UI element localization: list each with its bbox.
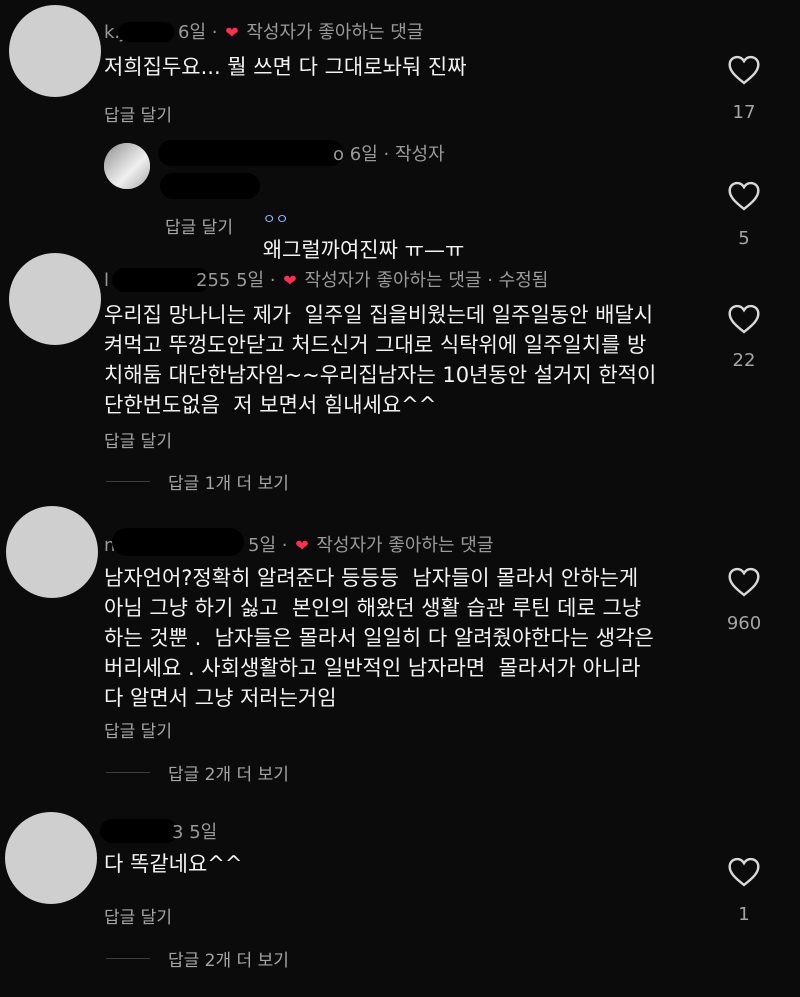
like-button[interactable]	[714, 55, 774, 85]
author-tag: 작성자	[394, 144, 445, 165]
heart-outline-icon	[728, 55, 760, 85]
heart-outline-icon	[728, 304, 760, 334]
comment-line: 남자언어?정확히 알려준다 등등등 남자들이 몰라서 안하는게	[104, 566, 639, 590]
view-more-label: 답글 2개 더 보기	[168, 765, 289, 785]
reply-button[interactable]: 답글 달기	[104, 903, 172, 928]
like-button[interactable]	[714, 567, 774, 597]
view-more-label: 답글 2개 더 보기	[168, 951, 289, 971]
like-button[interactable]	[714, 181, 774, 211]
username-tail[interactable]: 3	[172, 822, 183, 843]
username[interactable]: l	[104, 270, 109, 291]
comment-meta-right: 5일 · ❤ 작성자가 좋아하는 댓글	[248, 535, 494, 556]
like-count: 22	[732, 350, 756, 371]
redaction	[118, 22, 174, 42]
like-count: 17	[732, 102, 756, 123]
divider	[106, 958, 150, 959]
comment-line: 치해둠 대단한남자임~~우리집남자는 10년동안 설거지 한적이	[104, 363, 657, 387]
heart-outline-icon	[728, 181, 760, 211]
avatar[interactable]	[6, 506, 98, 598]
reply-button[interactable]: 답글 달기	[104, 717, 172, 742]
comment-line: 켜먹고 뚜껑도안닫고 처드신거 그대로 식탁위에 일주일치를 방	[104, 333, 647, 357]
author-liked-badge: 작성자가 좋아하는 댓글	[246, 22, 424, 43]
comment-meta: l	[104, 270, 109, 292]
view-more-replies[interactable]: 답글 2개 더 보기	[106, 946, 289, 971]
comment-line: 다 알면서 그냥 저러는거임	[104, 686, 337, 710]
timestamp: 5일	[189, 822, 218, 843]
avatar[interactable]	[104, 143, 150, 189]
heart-outline-icon	[728, 567, 760, 597]
redaction	[158, 140, 344, 166]
comment-line: 우리집 망나니는 제가 일주일 집을비웠는데 일주일동안 배달시	[104, 303, 654, 327]
reply-button[interactable]: 답글 달기	[104, 101, 172, 126]
comment-line: 버리세요 . 사회생활하고 일반적인 남자라면 몰라서가 아니라	[104, 656, 641, 680]
heart-filled-icon: ❤	[283, 271, 297, 290]
comment-meta-right: o 6일 · 작성자	[333, 144, 445, 165]
username-tail[interactable]: o	[333, 144, 344, 165]
avatar[interactable]	[9, 253, 101, 345]
comment-meta-right: 255 5일 · ❤ 작성자가 좋아하는 댓글 · 수정됨	[196, 270, 549, 291]
timestamp: 6일	[178, 22, 207, 43]
author-liked-badge: 작성자가 좋아하는 댓글	[304, 270, 482, 291]
avatar[interactable]	[9, 5, 101, 97]
divider	[106, 772, 150, 773]
comment-text: 저희집두요... 뭘 쓰면 다 그대로놔둬 진짜	[104, 55, 467, 79]
like-count: 1	[738, 904, 750, 925]
heart-outline-icon	[728, 857, 760, 887]
view-more-replies[interactable]: 답글 2개 더 보기	[106, 760, 289, 785]
heart-filled-icon: ❤	[295, 536, 309, 555]
timestamp: 5일	[236, 270, 265, 291]
comment-text: 다 똑같네요^^	[104, 852, 243, 876]
view-more-label: 답글 1개 더 보기	[168, 474, 289, 494]
comment-line: 단한번도없음 저 보면서 힘내세요^^	[104, 393, 437, 417]
like-count: 5	[738, 228, 750, 249]
like-button[interactable]	[714, 857, 774, 887]
like-button[interactable]	[714, 304, 774, 334]
view-more-replies[interactable]: 답글 1개 더 보기	[106, 469, 289, 494]
username-tail[interactable]: 255	[196, 270, 230, 291]
comment-meta-right: 6일 · ❤ 작성자가 좋아하는 댓글	[178, 22, 424, 43]
timestamp: 6일	[349, 144, 378, 165]
comment-line: 하는 것뿐 . 남자들은 몰라서 일일히 다 알려줬야한다는 생각은	[104, 626, 654, 650]
edited-tag: 수정됨	[498, 270, 549, 291]
heart-filled-icon: ❤	[225, 23, 239, 42]
reply-button[interactable]: 답글 달기	[165, 213, 233, 238]
comment-meta: 3 5일	[172, 822, 217, 844]
author-liked-badge: 작성자가 좋아하는 댓글	[316, 535, 494, 556]
comment-line: 아님 그냥 하기 싫고 본인의 해왔던 생활 습관 루틴 데로 그냥	[104, 596, 642, 620]
like-count: 960	[726, 613, 762, 634]
avatar[interactable]	[5, 812, 97, 904]
reply-button[interactable]: 답글 달기	[104, 427, 172, 452]
timestamp: 5일	[248, 535, 277, 556]
divider	[106, 481, 150, 482]
redaction	[100, 819, 178, 843]
comment-text-content: 왜그럴까여진짜 ㅠ—ㅠ	[262, 238, 465, 262]
mention[interactable]: ㅇㅇ	[263, 212, 289, 228]
redaction	[112, 528, 244, 556]
